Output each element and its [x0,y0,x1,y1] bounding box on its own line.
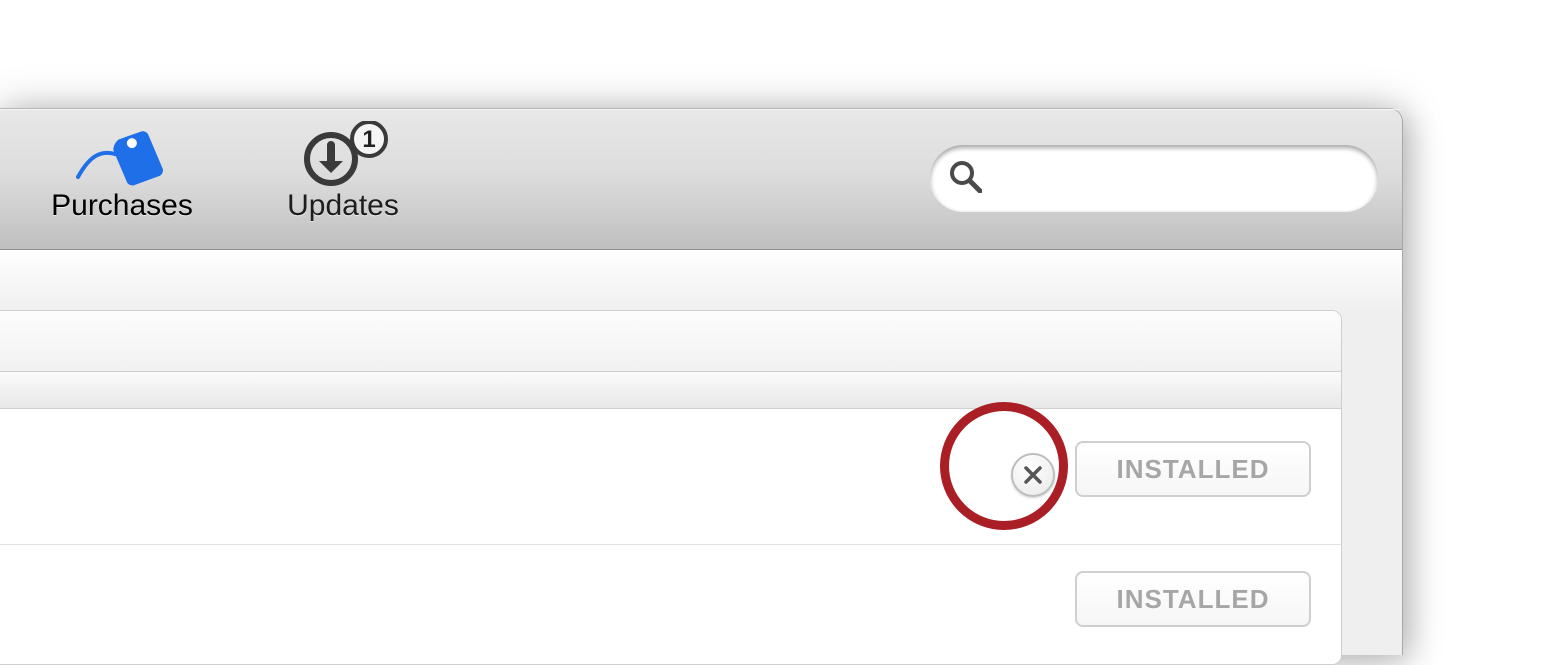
installed-status-label: INSTALLED [1117,454,1270,485]
toolbar-tab-purchases[interactable]: Purchases [32,117,212,221]
close-x-icon [1023,465,1043,485]
list-header [0,311,1341,372]
window-subheader [0,250,1402,311]
installed-status-button: INSTALLED [1075,571,1311,627]
list-item: INSTALLED [0,409,1341,545]
toolbar-tab-updates[interactable]: 1 Updates [258,117,428,221]
purchases-list: INSTALLED INSTALLED [0,310,1342,665]
installed-status-button: INSTALLED [1075,441,1311,497]
updates-download-icon: 1 [258,117,428,187]
search-icon [948,159,982,198]
toolbar: Purchases 1 Updates [0,109,1402,250]
updates-badge-icon: 1 [352,122,386,156]
list-item: INSTALLED [0,545,1341,665]
content-area: INSTALLED INSTALLED [0,310,1402,655]
list-header-separator [0,372,1341,409]
hide-purchase-button[interactable] [1011,453,1055,497]
installed-status-label: INSTALLED [1117,584,1270,615]
search-input[interactable] [992,162,1360,195]
purchases-tag-icon [32,117,212,187]
search-field[interactable] [930,145,1378,211]
toolbar-tab-updates-label: Updates [258,191,428,221]
app-window: Purchases 1 Updates [0,108,1403,655]
toolbar-tab-purchases-label: Purchases [32,191,212,221]
updates-badge-count: 1 [362,126,375,153]
